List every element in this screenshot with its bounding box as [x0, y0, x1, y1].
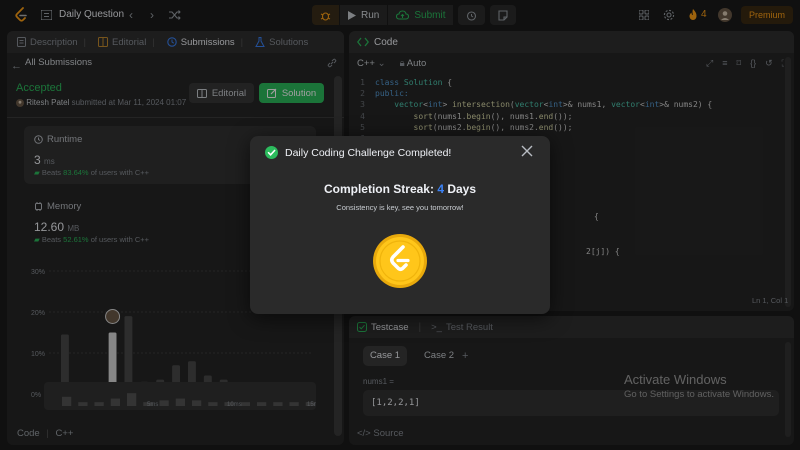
streak-days-number: 4	[437, 182, 444, 196]
modal-subtitle: Consistency is key, see you tomorrow!	[336, 203, 464, 212]
modal-title: Daily Coding Challenge Completed!	[285, 147, 452, 159]
check-circle-icon	[265, 146, 278, 159]
challenge-complete-modal: Daily Coding Challenge Completed! Comple…	[250, 136, 550, 314]
completion-streak: Completion Streak: 4 Days	[323, 182, 477, 196]
leetcode-coin-icon	[372, 233, 428, 289]
close-icon[interactable]	[521, 145, 533, 157]
